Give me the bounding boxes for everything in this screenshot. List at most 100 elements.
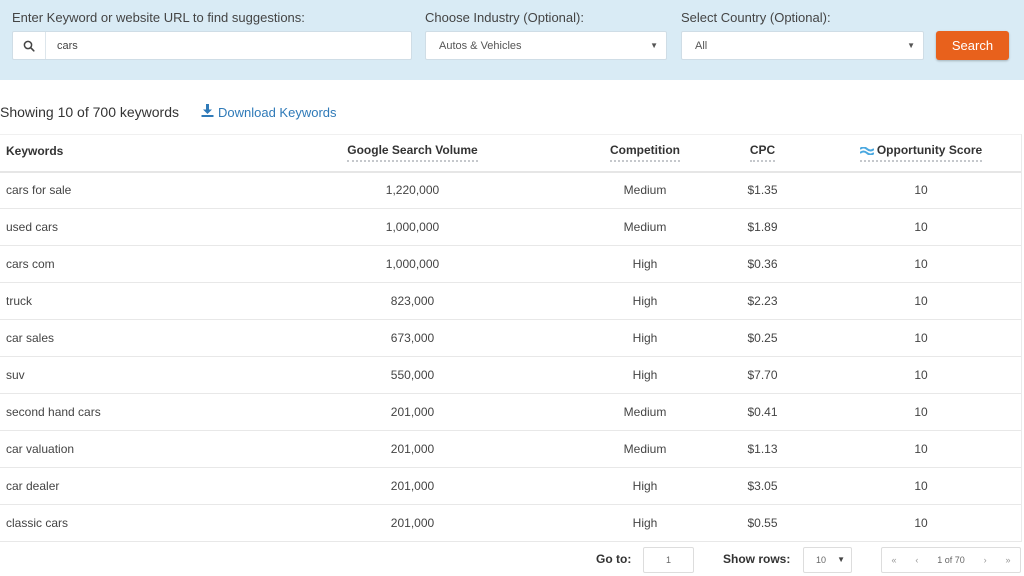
search-volume-cell: 1,220,000 xyxy=(385,183,440,198)
opportunity-score-cell: 10 xyxy=(914,257,928,271)
competition-cell: Medium xyxy=(623,405,667,419)
industry-label: Choose Industry (Optional): xyxy=(425,10,584,25)
competition-cell: High xyxy=(632,331,658,345)
cpc-cell: $7.70 xyxy=(747,368,778,382)
column-header-keywords[interactable]: Keywords xyxy=(0,135,240,172)
cpc-cell: $0.25 xyxy=(747,331,778,345)
search-volume-cell: 201,000 xyxy=(390,479,435,493)
keyword-label: Enter Keyword or website URL to find sug… xyxy=(12,10,305,25)
cpc-cell: $1.35 xyxy=(747,183,778,198)
search-volume-cell: 201,000 xyxy=(390,516,435,530)
search-volume-cell: 550,000 xyxy=(390,368,435,382)
page-navigation: « ‹ 1 of 70 › » xyxy=(881,547,1021,573)
keyword-cell[interactable]: car valuation xyxy=(0,431,240,468)
table-row: cars for sale 1,220,000 Medium $1.35 10 xyxy=(0,172,1022,209)
competition-cell: Medium xyxy=(623,442,667,456)
keyword-cell[interactable]: cars com xyxy=(0,246,240,283)
search-volume-cell: 823,000 xyxy=(390,294,435,308)
next-page-button[interactable]: › xyxy=(984,555,987,565)
show-rows-label: Show rows: xyxy=(723,552,791,566)
competition-cell: High xyxy=(632,516,658,530)
keyword-cell[interactable]: used cars xyxy=(0,209,240,246)
keyword-cell[interactable]: second hand cars xyxy=(0,394,240,431)
country-label: Select Country (Optional): xyxy=(681,10,831,25)
search-volume-cell: 201,000 xyxy=(390,442,435,456)
opportunity-score-cell: 10 xyxy=(914,331,928,345)
search-button[interactable]: Search xyxy=(936,31,1009,60)
table-header-row: Keywords Google Search Volume Competitio… xyxy=(0,134,1022,172)
country-select[interactable]: All ▼ xyxy=(681,31,924,60)
prev-page-button[interactable]: ‹ xyxy=(915,555,918,565)
goto-label: Go to: xyxy=(596,552,632,566)
competition-cell: Medium xyxy=(623,220,667,234)
search-volume-cell: 1,000,000 xyxy=(385,257,440,271)
table-row: classic cars 201,000 High $0.55 10 xyxy=(0,505,1022,542)
pagination-bar: Go to: Show rows: 10 ▼ « ‹ 1 of 70 › » xyxy=(0,546,1024,574)
opportunity-score-label: Opportunity Score xyxy=(876,143,983,158)
country-selected-value: All xyxy=(695,39,708,52)
opportunity-score-cell: 10 xyxy=(914,220,928,234)
cpc-cell: $1.89 xyxy=(747,220,778,234)
cpc-cell: $0.41 xyxy=(747,405,778,419)
keyword-cell[interactable]: car dealer xyxy=(0,468,240,505)
keyword-cell[interactable]: suv xyxy=(0,357,240,394)
download-keywords-label: Download Keywords xyxy=(218,104,337,120)
table-row: suv 550,000 High $7.70 10 xyxy=(0,357,1022,394)
table-row: used cars 1,000,000 Medium $1.89 10 xyxy=(0,209,1022,246)
opportunity-score-cell: 10 xyxy=(914,479,928,493)
chevron-down-icon: ▼ xyxy=(837,555,845,564)
table-row: car dealer 201,000 High $3.05 10 xyxy=(0,468,1022,505)
cpc-cell: $2.23 xyxy=(747,294,778,308)
opportunity-score-cell: 10 xyxy=(914,405,928,419)
column-header-opportunity-score[interactable]: Opportunity Score xyxy=(820,135,1022,172)
table-row: car sales 673,000 High $0.25 10 xyxy=(0,320,1022,357)
opportunity-score-cell: 10 xyxy=(914,183,928,198)
opportunity-score-cell: 10 xyxy=(914,516,928,530)
last-page-button[interactable]: » xyxy=(1005,555,1010,565)
keyword-cell[interactable]: classic cars xyxy=(0,505,240,542)
table-row: second hand cars 201,000 Medium $0.41 10 xyxy=(0,394,1022,431)
competition-cell: High xyxy=(632,294,658,308)
chevron-down-icon: ▼ xyxy=(907,41,915,50)
first-page-button[interactable]: « xyxy=(891,555,896,565)
opportunity-score-cell: 10 xyxy=(914,294,928,308)
competition-cell: High xyxy=(632,368,658,382)
show-rows-select[interactable]: 10 ▼ xyxy=(803,547,852,573)
cpc-cell: $1.13 xyxy=(747,442,778,456)
search-volume-cell: 673,000 xyxy=(390,331,435,345)
search-panel: Enter Keyword or website URL to find sug… xyxy=(0,0,1024,80)
results-summary: Showing 10 of 700 keywords xyxy=(0,104,179,120)
cpc-cell: $3.05 xyxy=(747,479,778,493)
opportunity-wave-icon xyxy=(859,146,875,156)
search-volume-cell: 1,000,000 xyxy=(385,220,440,234)
competition-cell: Medium xyxy=(623,183,667,198)
page-indicator: 1 of 70 xyxy=(937,555,965,565)
keyword-cell[interactable]: car sales xyxy=(0,320,240,357)
column-header-search-volume[interactable]: Google Search Volume xyxy=(240,135,585,172)
table-row: truck 823,000 High $2.23 10 xyxy=(0,283,1022,320)
keywords-table: Keywords Google Search Volume Competitio… xyxy=(0,134,1022,542)
opportunity-score-cell: 10 xyxy=(914,442,928,456)
download-keywords-link[interactable]: Download Keywords xyxy=(201,104,337,120)
competition-cell: High xyxy=(632,257,658,271)
search-volume-cell: 201,000 xyxy=(390,405,435,419)
cpc-cell: $0.55 xyxy=(747,516,778,530)
table-row: car valuation 201,000 Medium $1.13 10 xyxy=(0,431,1022,468)
keyword-cell[interactable]: cars for sale xyxy=(0,172,240,209)
keyword-search-box[interactable] xyxy=(12,31,412,60)
column-header-cpc[interactable]: CPC xyxy=(705,135,820,172)
search-icon[interactable] xyxy=(13,32,46,59)
cpc-cell: $0.36 xyxy=(747,257,778,271)
download-icon xyxy=(201,104,214,120)
competition-cell: High xyxy=(632,479,658,493)
opportunity-score-cell: 10 xyxy=(914,368,928,382)
rows-selected-value: 10 xyxy=(816,555,827,565)
column-header-competition[interactable]: Competition xyxy=(585,135,705,172)
keyword-cell[interactable]: truck xyxy=(0,283,240,320)
chevron-down-icon: ▼ xyxy=(650,41,658,50)
goto-page-input[interactable] xyxy=(643,547,694,573)
industry-select[interactable]: Autos & Vehicles ▼ xyxy=(425,31,667,60)
industry-selected-value: Autos & Vehicles xyxy=(439,39,522,52)
keyword-input[interactable] xyxy=(46,32,411,59)
table-row: cars com 1,000,000 High $0.36 10 xyxy=(0,246,1022,283)
